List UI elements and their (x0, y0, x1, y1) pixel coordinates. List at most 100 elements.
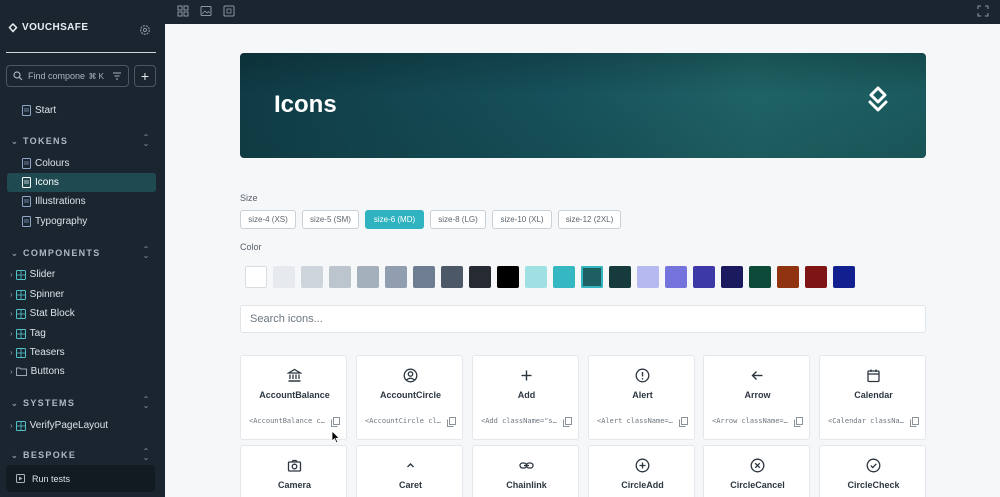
color-swatch[interactable] (609, 266, 631, 288)
icon-card-calendar[interactable]: Calendar <Calendar className="size-6" /> (819, 355, 926, 440)
size-option-sm[interactable]: size-5 (SM) (302, 210, 359, 229)
chevron-right-icon: › (10, 348, 13, 357)
sidebar-item-stat-block[interactable]: › Stat Block (7, 304, 156, 323)
sidebar-item-colours[interactable]: Colours (7, 154, 156, 173)
color-swatch[interactable] (833, 266, 855, 288)
icon-card-circlecancel[interactable]: CircleCancel (703, 445, 810, 497)
icon-search-input[interactable]: Search icons... (240, 305, 926, 333)
grid-icon[interactable] (177, 5, 189, 17)
fullscreen-icon[interactable] (977, 5, 989, 17)
gear-icon[interactable] (139, 24, 151, 36)
icon-name: CircleAdd (621, 480, 664, 490)
icon-card-camera[interactable]: Camera (240, 445, 347, 497)
icon-name: CircleCancel (730, 480, 785, 490)
chevron-right-icon: › (10, 270, 13, 279)
sidebar-item-spinner[interactable]: › Spinner (7, 285, 156, 304)
color-swatch[interactable] (525, 266, 547, 288)
color-swatch[interactable] (693, 266, 715, 288)
expand-collapse-icon[interactable]: ⌃ ⌄ (141, 396, 151, 410)
copy-icon[interactable] (563, 417, 572, 427)
icon-name: Alert (632, 390, 653, 400)
icon-card-accountcircle[interactable]: AccountCircle <AccountCircle className="… (356, 355, 463, 440)
sidebar-item-illustrations[interactable]: Illustrations (7, 192, 156, 211)
color-swatch[interactable] (777, 266, 799, 288)
color-swatch[interactable] (301, 266, 323, 288)
color-swatch[interactable] (469, 266, 491, 288)
color-swatch[interactable] (721, 266, 743, 288)
image-icon[interactable] (200, 5, 212, 17)
icon-card-alert[interactable]: Alert <Alert className="size-6" /> (588, 355, 695, 440)
color-swatch[interactable] (441, 266, 463, 288)
arrow-left-icon (751, 371, 763, 380)
color-swatch[interactable] (637, 266, 659, 288)
component-search-input[interactable]: Find compone ⌘ K (6, 65, 129, 87)
camera-icon (287, 459, 302, 472)
size-option-xs[interactable]: size-4 (XS) (240, 210, 296, 229)
color-swatch[interactable] (553, 266, 575, 288)
color-swatch[interactable] (357, 266, 379, 288)
size-option-lg[interactable]: size-8 (LG) (430, 210, 486, 229)
copy-icon[interactable] (794, 417, 803, 427)
icon-card-caret[interactable]: Caret (356, 445, 463, 497)
brand[interactable]: VOUCHSAFE (8, 22, 88, 33)
sidebar-item-label: Slider (29, 269, 56, 280)
component-icon (15, 269, 26, 280)
page-title: Icons (274, 91, 337, 118)
vouchsafe-logo-icon (868, 86, 888, 112)
size-option-xl[interactable]: size-10 (XL) (492, 210, 552, 229)
sidebar-item-verifypagelayout[interactable]: › VerifyPageLayout (7, 416, 156, 435)
document-icon (22, 105, 31, 116)
sidebar-item-tag[interactable]: › Tag (7, 324, 156, 343)
circle-check-icon (866, 458, 881, 473)
color-swatch[interactable] (245, 266, 267, 288)
add-button[interactable]: + (134, 65, 156, 87)
document-icon (22, 177, 31, 188)
section-tokens[interactable]: ⌄ TOKENS (11, 136, 68, 146)
document-icon (22, 216, 31, 227)
icon-card-chainlink[interactable]: Chainlink (472, 445, 579, 497)
section-bespoke[interactable]: ⌄ BESPOKE (11, 450, 76, 460)
copy-icon[interactable] (679, 417, 688, 427)
section-label: BESPOKE (23, 450, 77, 460)
copy-icon[interactable] (447, 417, 456, 427)
icon-card-accountbalance[interactable]: AccountBalance <AccountBalance className… (240, 355, 347, 440)
icon-card-arrow[interactable]: Arrow <Arrow className="size-6" /> (703, 355, 810, 440)
icon-code-snippet: <Calendar className="size-6" /> (828, 417, 904, 425)
color-swatch[interactable] (805, 266, 827, 288)
expand-collapse-icon[interactable]: ⌃ ⌄ (141, 246, 151, 260)
icon-card-add[interactable]: Add <Add className="size-6" /> (472, 355, 579, 440)
alert-icon (635, 368, 650, 383)
color-swatch[interactable] (413, 266, 435, 288)
copy-icon[interactable] (910, 417, 919, 427)
expand-collapse-icon[interactable]: ⌃ ⌄ (141, 448, 151, 462)
run-tests-button[interactable]: Run tests (6, 465, 155, 492)
section-components[interactable]: ⌄ COMPONENTS (11, 248, 101, 258)
filter-icon[interactable] (112, 71, 122, 81)
color-swatch[interactable] (385, 266, 407, 288)
color-swatch[interactable] (497, 266, 519, 288)
sidebar-item-label: Spinner (29, 289, 65, 300)
section-systems[interactable]: ⌄ SYSTEMS (11, 398, 75, 408)
color-swatch[interactable] (329, 266, 351, 288)
sidebar-item-label: Typography (35, 216, 88, 227)
viewport-icon[interactable] (223, 5, 235, 17)
icon-card-circlecheck[interactable]: CircleCheck (819, 445, 926, 497)
color-swatch[interactable] (749, 266, 771, 288)
component-icon (15, 420, 26, 431)
icon-card-circleadd[interactable]: CircleAdd (588, 445, 695, 497)
sidebar-item-buttons[interactable]: › Buttons (7, 362, 156, 381)
sidebar-item-start[interactable]: Start (7, 101, 156, 120)
color-swatch[interactable] (665, 266, 687, 288)
size-option-2xl[interactable]: size-12 (2XL) (558, 210, 621, 229)
caret-up-icon (407, 463, 414, 468)
sidebar-item-slider[interactable]: › Slider (7, 265, 156, 284)
account-circle-icon (403, 368, 418, 383)
sidebar-item-typography[interactable]: Typography (7, 212, 156, 231)
sidebar-item-icons[interactable]: Icons (7, 173, 156, 192)
size-option-md[interactable]: size-6 (MD) (365, 210, 424, 229)
color-swatch[interactable] (273, 266, 295, 288)
copy-icon[interactable] (331, 417, 340, 427)
sidebar-item-teasers[interactable]: › Teasers (7, 343, 156, 362)
color-swatch[interactable] (581, 266, 603, 288)
expand-collapse-icon[interactable]: ⌃ ⌄ (141, 134, 151, 148)
